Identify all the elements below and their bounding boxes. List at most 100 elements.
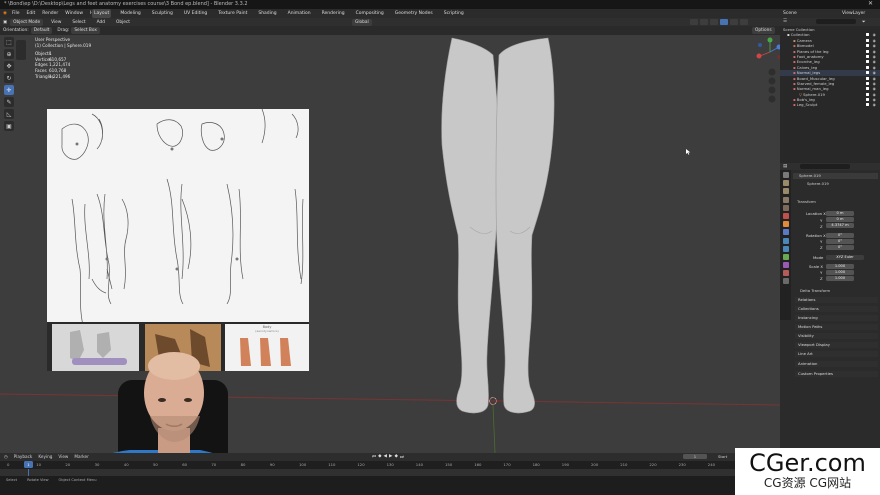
timeline-ruler[interactable]: 0 10 20 30 40 50 60 70 80 90 100 110 120 130 140 150 160… <box>0 461 735 469</box>
exclude-checkbox[interactable] <box>866 65 869 69</box>
menu-view[interactable]: View <box>48 19 64 26</box>
tool-tab-icon[interactable] <box>782 172 789 178</box>
location-y-field[interactable]: 0 m <box>826 217 854 222</box>
visibility-eye-icon[interactable]: ◉ <box>873 102 876 107</box>
tab-texture-paint[interactable]: Texture Paint <box>216 9 249 18</box>
outliner-item[interactable]: ▪ Leg_Sculpt ◉ <box>780 102 880 107</box>
play-reverse-icon[interactable]: ◀ <box>384 454 387 460</box>
delta-transform-header[interactable]: Delta Transform <box>800 288 830 293</box>
viewport-display-section[interactable]: Viewport Display <box>795 342 878 348</box>
exclude-checkbox[interactable] <box>866 87 869 91</box>
menu-playback[interactable]: Playback <box>14 454 33 459</box>
tab-geometry-nodes[interactable]: Geometry Nodes <box>393 9 435 18</box>
location-z-field[interactable]: 4.3747 m <box>826 223 854 228</box>
playhead[interactable]: 1 <box>24 461 33 468</box>
timeline-editor-icon[interactable]: ◷ <box>4 454 8 459</box>
xray-icon[interactable] <box>700 19 708 25</box>
rendered-shading-icon[interactable] <box>740 19 748 25</box>
exclude-checkbox[interactable] <box>866 44 869 48</box>
menu-edit[interactable]: Edit <box>27 9 36 18</box>
location-x-field[interactable]: 0 m <box>826 211 854 216</box>
prev-keyframe-icon[interactable]: ◆ <box>378 454 381 460</box>
menu-view-timeline[interactable]: View <box>58 454 68 459</box>
exclude-checkbox[interactable] <box>866 49 869 53</box>
timeline-track[interactable] <box>0 469 735 476</box>
view-layer-tab-icon[interactable] <box>782 196 789 203</box>
play-icon[interactable]: ▶ <box>389 454 392 460</box>
menu-add[interactable]: Add <box>94 19 108 26</box>
scale-y-field[interactable]: 1.000 <box>826 270 854 275</box>
solid-shading-icon[interactable] <box>720 19 728 25</box>
exclude-checkbox[interactable] <box>866 98 869 102</box>
close-icon[interactable]: ✕ <box>868 0 873 7</box>
collections-section[interactable]: Collections <box>795 306 878 312</box>
render-tab-icon[interactable] <box>782 180 789 187</box>
animation-section[interactable]: Animation <box>795 361 878 367</box>
filter-icon[interactable]: ⏷ <box>862 19 866 25</box>
mode-dropdown[interactable]: Object Mode <box>10 18 44 26</box>
orientation-dropdown[interactable]: Default <box>30 27 53 34</box>
cursor-tool-icon[interactable]: ⊕ <box>4 49 14 59</box>
tab-modeling[interactable]: Modeling <box>118 9 142 18</box>
visibility-section[interactable]: Visibility <box>795 333 878 339</box>
exclude-checkbox[interactable] <box>866 92 869 96</box>
relations-section[interactable]: Relations <box>795 297 878 303</box>
transform-tool-icon[interactable]: ✛ <box>4 85 14 95</box>
menu-file[interactable]: File <box>12 9 20 18</box>
menu-window[interactable]: Window <box>65 9 83 18</box>
add-cube-tool-icon[interactable]: ▣ <box>4 121 14 131</box>
measure-tool-icon[interactable]: ◺ <box>4 109 14 119</box>
exclude-checkbox[interactable] <box>866 38 869 42</box>
jump-end-icon[interactable]: ⏭ <box>400 454 404 460</box>
exclude-checkbox[interactable] <box>866 103 869 107</box>
select-box-tool-icon[interactable]: ⬚ <box>4 37 14 47</box>
menu-object[interactable]: Object <box>113 19 133 26</box>
line-art-section[interactable]: Line Art <box>795 351 878 357</box>
tab-shading[interactable]: Shading <box>256 9 278 18</box>
exclude-checkbox[interactable] <box>866 54 869 58</box>
tab-layout[interactable]: Layout <box>92 9 112 18</box>
move-tool-icon[interactable]: ✥ <box>4 61 14 71</box>
motion-paths-section[interactable]: Motion Paths <box>795 324 878 330</box>
menu-marker[interactable]: Marker <box>74 454 88 459</box>
rotation-y-field[interactable]: 0° <box>826 239 854 244</box>
exclude-checkbox[interactable] <box>866 71 869 75</box>
object-name-field[interactable]: Sphere.019 <box>793 173 878 179</box>
tab-animation[interactable]: Animation <box>286 9 313 18</box>
drag-dropdown[interactable]: Select Box <box>71 27 100 34</box>
instancing-section[interactable]: Instancing <box>795 315 878 321</box>
scene-selector[interactable]: Scene <box>783 9 797 18</box>
view-layer-selector[interactable]: ViewLayer <box>842 9 865 18</box>
rotate-tool-icon[interactable]: ↻ <box>4 73 14 83</box>
jump-start-icon[interactable]: ⏮ <box>372 454 376 460</box>
wireframe-shading-icon[interactable] <box>710 19 718 25</box>
output-tab-icon[interactable] <box>782 188 789 195</box>
next-keyframe-icon[interactable]: ◆ <box>394 454 397 460</box>
rotation-x-field[interactable]: 0° <box>826 233 854 238</box>
object-data-field[interactable]: Sphere.019 <box>793 181 878 187</box>
tab-scripting[interactable]: Scripting <box>442 9 466 18</box>
tab-rendering[interactable]: Rendering <box>320 9 347 18</box>
material-shading-icon[interactable] <box>730 19 738 25</box>
current-frame-field[interactable]: 1 <box>683 454 707 459</box>
tab-uv-editing[interactable]: UV Editing <box>182 9 209 18</box>
tab-compositing[interactable]: Compositing <box>354 9 386 18</box>
blender-logo-icon[interactable]: ◉ <box>3 9 7 18</box>
menu-keying[interactable]: Keying <box>38 454 52 459</box>
annotate-tool-icon[interactable]: ✎ <box>4 97 14 107</box>
exclude-checkbox[interactable] <box>866 33 869 37</box>
properties-editor-icon[interactable]: ▤ <box>783 164 787 169</box>
exclude-checkbox[interactable] <box>866 81 869 85</box>
outliner-editor-icon[interactable]: ☰ <box>783 19 787 24</box>
transform-orientation-dropdown[interactable]: Global <box>352 18 372 26</box>
outliner-search-input[interactable] <box>816 19 856 24</box>
menu-render[interactable]: Render <box>42 9 58 18</box>
options-dropdown[interactable]: Options <box>752 27 775 34</box>
custom-properties-section[interactable]: Custom Properties <box>795 371 878 377</box>
properties-search-input[interactable] <box>800 164 850 169</box>
exclude-checkbox[interactable] <box>866 60 869 64</box>
transform-panel-header[interactable]: Transform <box>793 199 878 205</box>
editor-type-icon[interactable]: ▣ <box>3 19 7 26</box>
exclude-checkbox[interactable] <box>866 76 869 80</box>
rotation-mode-dropdown[interactable]: XYZ Euler <box>826 255 864 260</box>
